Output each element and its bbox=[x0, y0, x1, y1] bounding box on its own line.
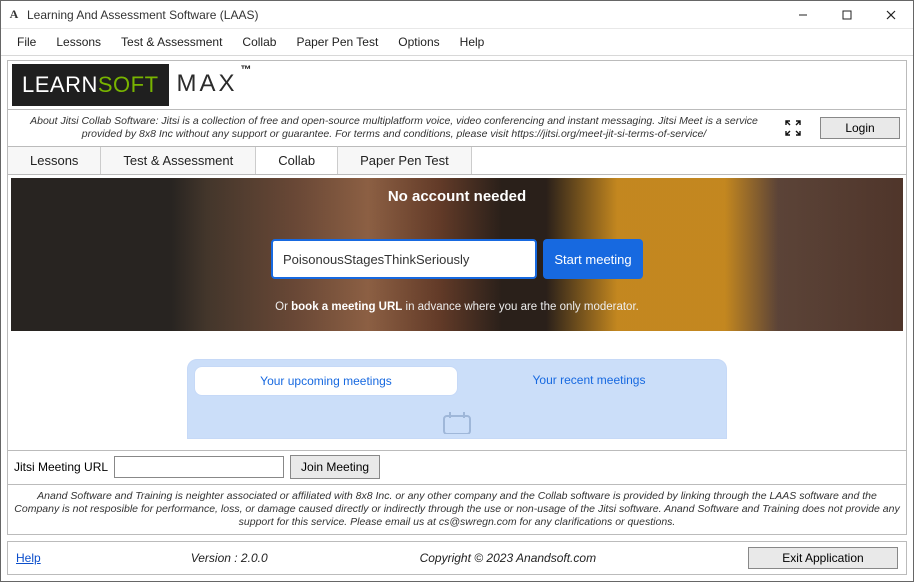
expand-icon[interactable] bbox=[784, 119, 802, 137]
menu-help[interactable]: Help bbox=[450, 31, 495, 53]
footer: Help Version : 2.0.0 Copyright © 2023 An… bbox=[7, 541, 907, 575]
tab-recent-meetings[interactable]: Your recent meetings bbox=[458, 366, 720, 396]
tab-upcoming-meetings[interactable]: Your upcoming meetings bbox=[194, 366, 458, 396]
menubar: File Lessons Test & Assessment Collab Pa… bbox=[1, 29, 913, 56]
tab-lessons[interactable]: Lessons bbox=[8, 147, 101, 174]
calendar-icon bbox=[440, 410, 474, 434]
book-meeting-link[interactable]: book a meeting URL bbox=[291, 301, 402, 313]
titlebar: A Learning And Assessment Software (LAAS… bbox=[1, 1, 913, 29]
logo-max: MAX bbox=[177, 70, 238, 98]
join-meeting-button[interactable]: Join Meeting bbox=[290, 455, 380, 479]
close-button[interactable] bbox=[869, 1, 913, 28]
menu-collab[interactable]: Collab bbox=[232, 31, 286, 53]
menu-lessons[interactable]: Lessons bbox=[46, 31, 111, 53]
start-meeting-button[interactable]: Start meeting bbox=[543, 239, 643, 279]
tab-test-assessment[interactable]: Test & Assessment bbox=[101, 147, 256, 174]
jitsi-description: About Jitsi Collab Software: Jitsi is a … bbox=[14, 115, 774, 141]
window-controls bbox=[781, 1, 913, 28]
trademark-icon: ™ bbox=[241, 64, 252, 76]
collab-content: No account needed Start meeting Or book … bbox=[7, 174, 907, 450]
copyright-text: Copyright © 2023 Anandsoft.com bbox=[268, 551, 748, 565]
room-row: Start meeting bbox=[271, 239, 643, 279]
meetings-tabs: Your upcoming meetings Your recent meeti… bbox=[194, 366, 720, 396]
tab-paper-pen-test[interactable]: Paper Pen Test bbox=[338, 147, 472, 174]
maximize-button[interactable] bbox=[825, 1, 869, 28]
tab-collab[interactable]: Collab bbox=[256, 146, 338, 174]
main-tabs: Lessons Test & Assessment Collab Paper P… bbox=[7, 147, 907, 174]
menu-test-assessment[interactable]: Test & Assessment bbox=[111, 31, 232, 53]
book-meeting-text: Or book a meeting URL in advance where y… bbox=[275, 301, 639, 313]
menu-file[interactable]: File bbox=[7, 31, 46, 53]
room-name-input[interactable] bbox=[271, 239, 537, 279]
jitsi-hero: No account needed Start meeting Or book … bbox=[11, 178, 903, 331]
disclaimer-text: Anand Software and Training is neighter … bbox=[7, 485, 907, 535]
meetings-panel: Your upcoming meetings Your recent meeti… bbox=[187, 359, 727, 439]
menu-paper-pen-test[interactable]: Paper Pen Test bbox=[286, 31, 388, 53]
jitsi-tagline: No account needed bbox=[388, 188, 526, 205]
help-link[interactable]: Help bbox=[16, 551, 41, 565]
meeting-url-input[interactable] bbox=[114, 456, 284, 478]
meeting-url-label: Jitsi Meeting URL bbox=[14, 460, 108, 474]
meeting-url-row: Jitsi Meeting URL Join Meeting bbox=[7, 450, 907, 485]
logo-learnsoft: LEARNSOFT bbox=[12, 64, 169, 106]
jitsi-embed: No account needed Start meeting Or book … bbox=[11, 178, 903, 446]
window-title: Learning And Assessment Software (LAAS) bbox=[27, 8, 781, 22]
app-icon: A bbox=[7, 8, 21, 22]
minimize-button[interactable] bbox=[781, 1, 825, 28]
logo-row: LEARNSOFT MAX ™ bbox=[7, 60, 907, 109]
menu-options[interactable]: Options bbox=[388, 31, 449, 53]
login-button[interactable]: Login bbox=[820, 117, 900, 139]
exit-application-button[interactable]: Exit Application bbox=[748, 547, 898, 569]
version-text: Version : 2.0.0 bbox=[191, 551, 268, 565]
description-row: About Jitsi Collab Software: Jitsi is a … bbox=[7, 109, 907, 147]
